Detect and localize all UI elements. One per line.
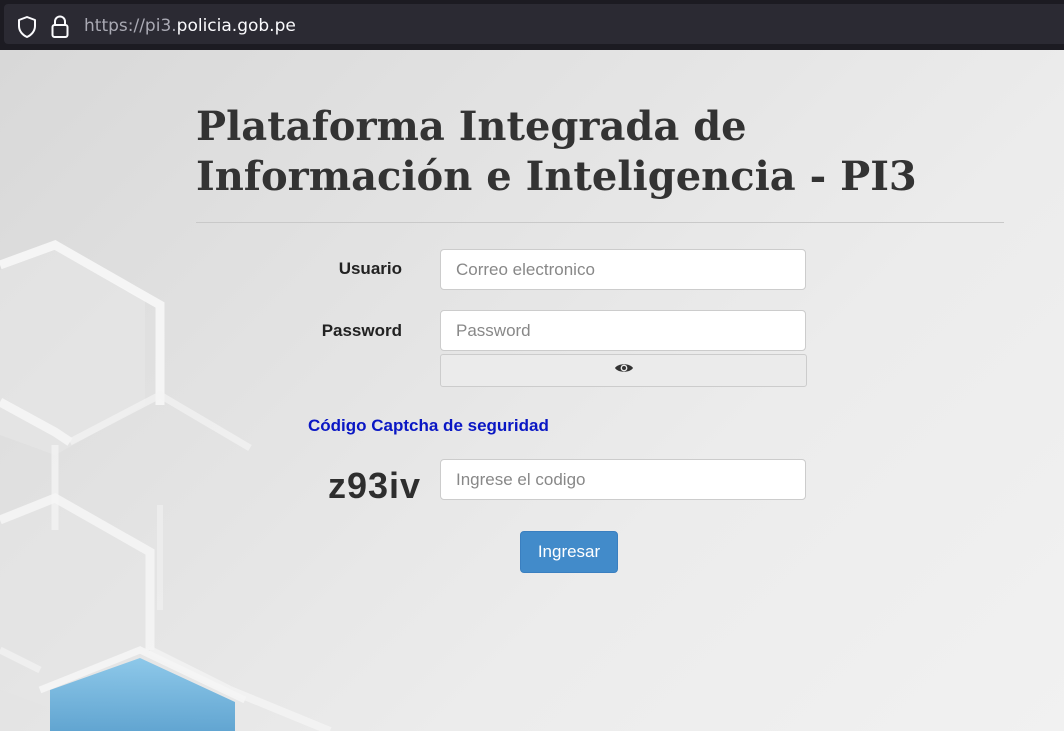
ingresar-button[interactable]: Ingresar bbox=[520, 531, 618, 573]
password-input[interactable] bbox=[440, 310, 806, 351]
password-label: Password bbox=[321, 321, 402, 340]
captcha-input[interactable] bbox=[440, 459, 806, 500]
eye-icon bbox=[614, 361, 634, 380]
usuario-label: Usuario bbox=[338, 259, 402, 278]
address-bar[interactable]: https://pi3.policia.gob.pe bbox=[4, 4, 1064, 44]
page-title: Plataforma Integrada de Información e In… bbox=[196, 103, 917, 200]
browser-toolbar: https://pi3.policia.gob.pe bbox=[0, 0, 1064, 50]
title-divider bbox=[196, 222, 1004, 223]
captcha-code: z93iv bbox=[328, 465, 422, 506]
show-password-button[interactable] bbox=[440, 354, 807, 387]
login-page: Plataforma Integrada de Información e In… bbox=[0, 50, 1064, 731]
url-prefix: https://pi3. bbox=[84, 16, 177, 36]
usuario-input[interactable] bbox=[440, 249, 806, 290]
captcha-heading: Código Captcha de seguridad bbox=[308, 416, 549, 435]
url-text[interactable]: https://pi3.policia.gob.pe bbox=[84, 16, 296, 36]
url-domain: policia.gob.pe bbox=[176, 16, 296, 36]
lock-icon[interactable] bbox=[50, 14, 70, 45]
shield-icon[interactable] bbox=[16, 15, 38, 44]
